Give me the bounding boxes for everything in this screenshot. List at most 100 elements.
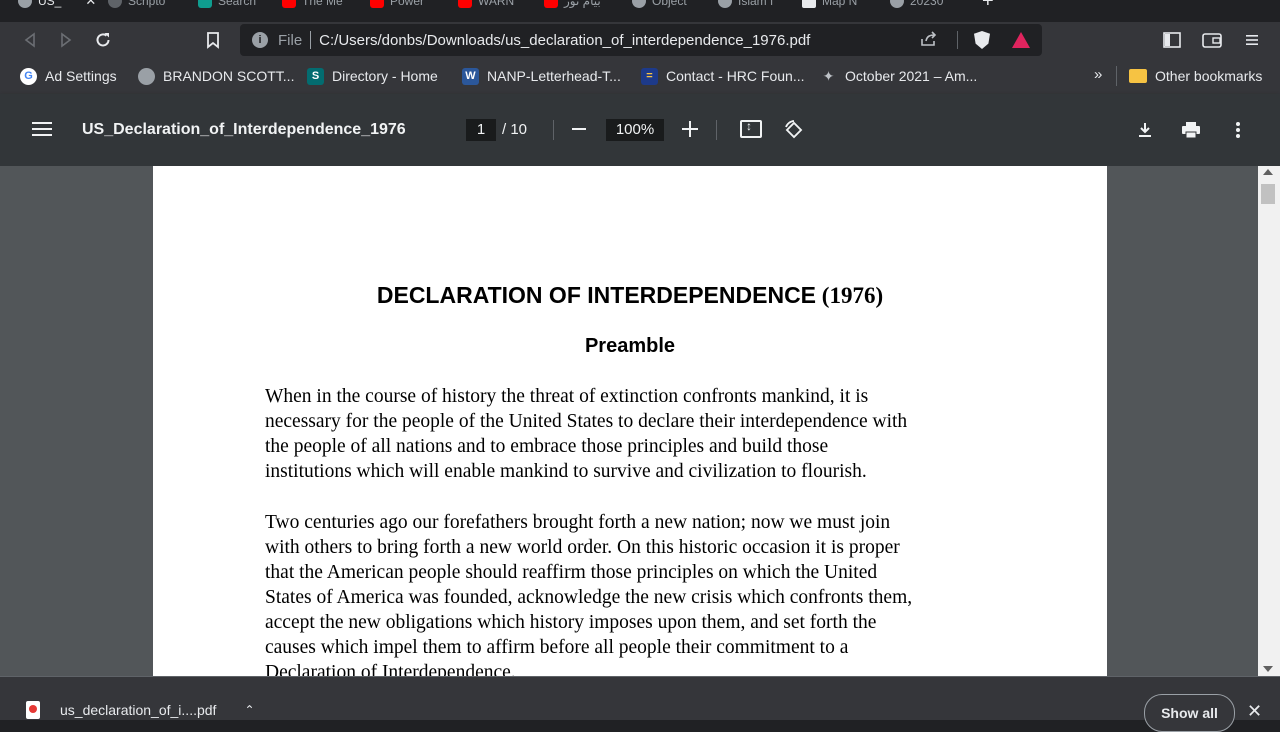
bookmark-contact-hrc[interactable]: = Contact - HRC Foun... [641,66,805,86]
share-icon[interactable] [920,31,938,47]
pdf-file-icon [26,701,40,719]
other-bookmarks[interactable]: Other bookmarks [1129,66,1262,86]
bird-icon: ✦ [822,67,835,84]
tab-label: Search [218,0,257,8]
bookmark-label: NANP-Letterhead-T... [487,68,621,84]
tab-0[interactable]: US_ ✕ [18,0,96,10]
pdf-title: US_Declaration_of_Interdependence_1976 [82,121,406,138]
chevron-up-icon[interactable]: ⌃ [244,703,254,717]
paragraph-2: Two centuries ago our forefathers brough… [265,510,1005,676]
bookmark-label: BRANDON SCOTT... [163,68,295,84]
globe-icon [108,0,122,8]
info-icon[interactable]: i [252,32,268,48]
youtube-icon [370,0,384,8]
scroll-down-icon[interactable] [1263,666,1273,672]
download-item[interactable]: us_declaration_of_i....pdf ⌃ [26,701,255,719]
youtube-icon [282,0,296,8]
divider [553,120,554,140]
bookmark-october-2021[interactable]: ✦ October 2021 – Am... [820,66,978,86]
tab-10[interactable]: 20230 [890,0,943,10]
divider [716,120,717,140]
close-icon[interactable]: ✕ [85,0,96,9]
print-icon[interactable] [1179,118,1203,142]
page-total: / 10 [502,121,528,138]
youtube-icon [458,0,472,8]
tab-label: WARN [478,0,515,8]
tab-label: 20230 [910,0,944,8]
brave-rewards-icon[interactable] [1012,32,1030,48]
google-icon: G [20,67,37,85]
hrc-icon: = [641,67,658,85]
paragraph-1: When in the course of history the threat… [265,384,1005,484]
menu-icon[interactable] [32,122,52,136]
fit-page-icon[interactable] [740,119,762,138]
tab-label: Map N [822,0,858,8]
sidebar-icon[interactable] [1160,28,1184,52]
bookmark-icon[interactable] [201,28,225,52]
tab-label: Islam f [738,0,774,8]
paragraph-line: States of America was founded, acknowled… [265,587,913,608]
tab-1[interactable]: Scripto [108,0,165,10]
address-bar[interactable]: i File C:/Users/donbs/Downloads/us_decla… [240,24,1042,56]
brave-shield-icon[interactable] [974,31,990,49]
close-icon[interactable]: ✕ [1247,701,1262,722]
tab-2[interactable]: Search [198,0,256,10]
divider [957,31,958,49]
tab-6[interactable]: بيام نور [544,0,601,10]
download-icon[interactable] [1133,118,1157,142]
document-heading: Preamble [584,335,676,357]
bookmark-directory-home[interactable]: S Directory - Home [307,66,438,86]
zoom-input[interactable]: 100% [606,119,664,141]
tab-label: Power [390,0,425,8]
bookmark-brandon-scott[interactable]: BRANDON SCOTT... [138,66,294,86]
forward-icon[interactable] [54,28,78,52]
more-bookmarks-button[interactable]: » [1094,66,1102,83]
bookmark-label: Contact - HRC Foun... [666,68,805,84]
new-tab-button[interactable]: + [982,0,994,13]
paragraph-line: Two centuries ago our forefathers brough… [265,512,891,533]
more-options-icon[interactable] [1226,118,1250,142]
bookmark-label: Ad Settings [45,68,117,84]
show-all-button[interactable]: Show all [1144,694,1235,732]
tab-7[interactable]: Object [632,0,687,10]
document-title-year: (1976) [816,283,884,308]
tab-5[interactable]: WARN [458,0,514,10]
word-icon: W [462,67,479,85]
url-text[interactable]: C:/Users/donbs/Downloads/us_declaration_… [319,32,810,49]
page-number-input[interactable]: 1 [466,119,496,141]
reload-icon[interactable] [91,28,115,52]
folder-icon [1129,69,1147,83]
scroll-thumb[interactable] [1261,184,1275,204]
scroll-up-icon[interactable] [1263,169,1273,175]
bookmark-label: Directory - Home [332,68,438,84]
tab-3[interactable]: The Me [282,0,343,10]
bookmark-ad-settings[interactable]: G Ad Settings [20,66,117,86]
tab-label: بيام نور [564,0,601,8]
scrollbar[interactable] [1258,166,1280,676]
tab-9[interactable]: Map N [802,0,857,10]
document-title-main: DECLARATION OF INTERDEPENDENCE [376,282,817,308]
paragraph-line: the people of all nations and to embrace… [265,436,829,457]
pdf-page[interactable]: DECLARATION OF INTERDEPENDENCE (1976) Pr… [153,166,1107,676]
pdf-viewer[interactable]: DECLARATION OF INTERDEPENDENCE (1976) Pr… [0,166,1280,676]
search-site-icon [198,0,212,8]
browser-toolbar: i File C:/Users/donbs/Downloads/us_decla… [0,22,1280,58]
youtube-icon [544,0,558,8]
url-separator [310,31,312,49]
menu-icon[interactable] [1240,28,1264,52]
zoom-in-icon[interactable] [682,121,698,137]
rotate-icon[interactable] [782,118,806,142]
zoom-out-icon[interactable] [572,128,586,130]
globe-icon [138,67,155,85]
tab-label: US_ [38,0,62,8]
tab-4[interactable]: Power [370,0,424,10]
wallet-icon[interactable] [1200,28,1224,52]
bookmark-nanp-letterhead[interactable]: W NANP-Letterhead-T... [462,66,621,86]
tab-8[interactable]: Islam f [718,0,773,10]
pdf-toolbar: US_Declaration_of_Interdependence_1976 1… [0,94,1280,166]
tab-strip: US_ ✕ Scripto Search The Me Power WARN ب… [0,0,1280,22]
back-icon[interactable] [18,28,42,52]
tab-label: Object [652,0,687,8]
bookmarks-bar: G Ad Settings BRANDON SCOTT... S Directo… [0,58,1280,94]
paragraph-line: with others to bring forth a new world o… [265,537,900,558]
